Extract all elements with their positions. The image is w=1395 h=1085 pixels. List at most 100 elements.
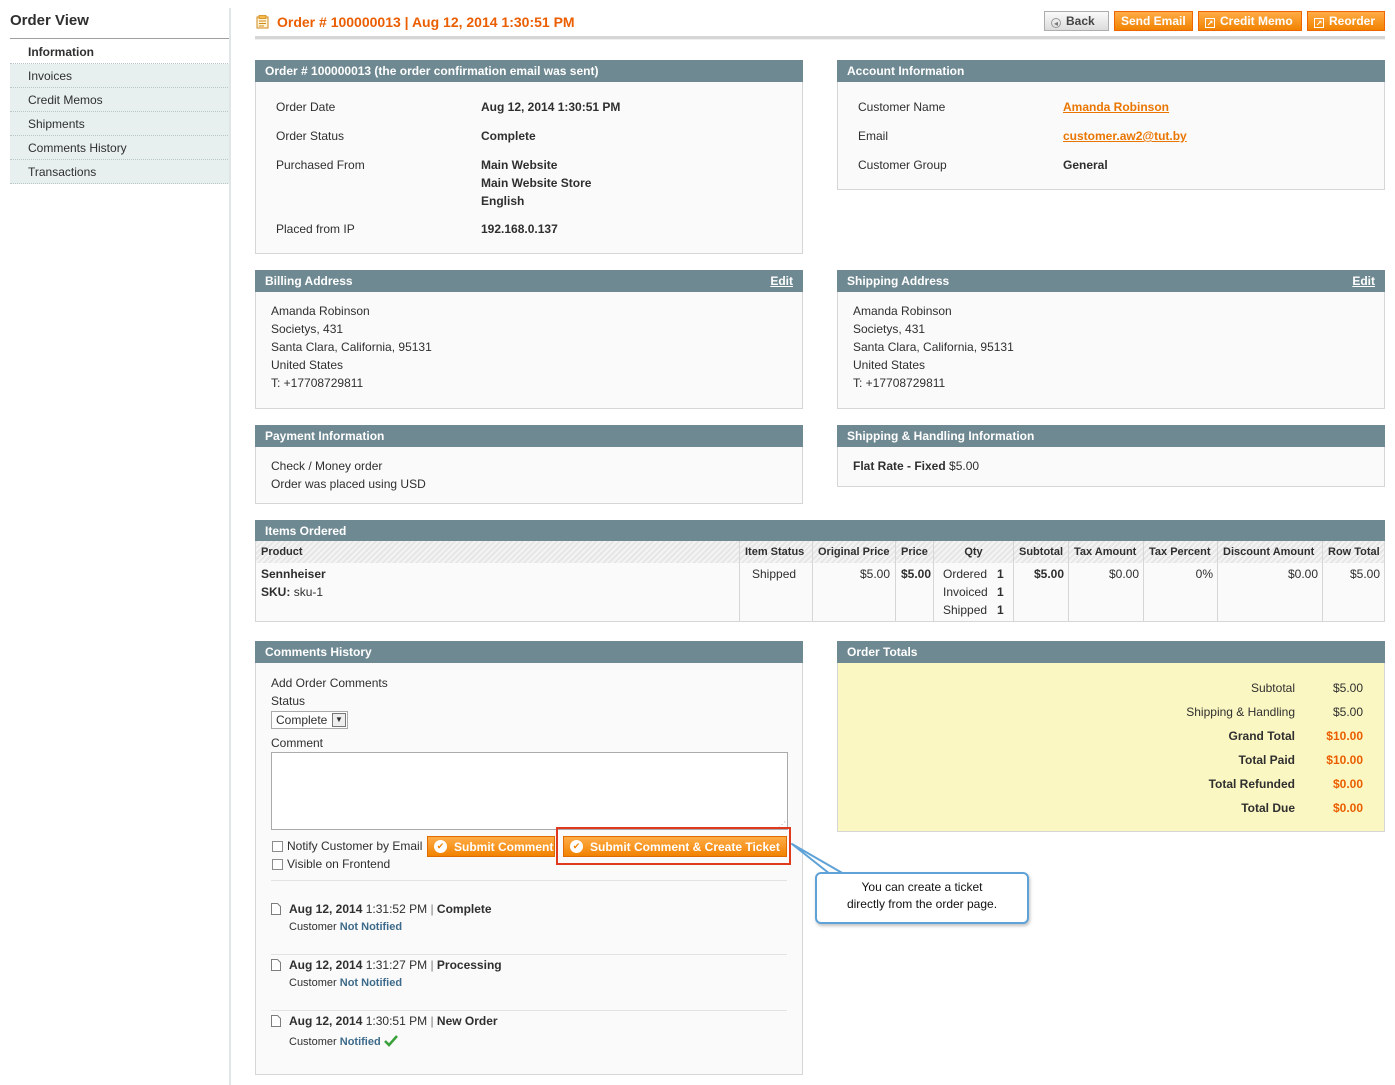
history-customer: Customer xyxy=(289,977,337,989)
grand-total-label: Grand Total xyxy=(1228,729,1295,743)
payment-method: Check / Money order xyxy=(271,459,383,473)
shipping-edit-link[interactable]: Edit xyxy=(1352,270,1375,292)
payment-heading: Payment Information xyxy=(265,429,385,443)
payment-lines: Check / Money order Order was placed usi… xyxy=(271,457,426,493)
history-notified-status: Not Notified xyxy=(339,977,403,989)
submit-comment-label: Submit Comment xyxy=(454,840,554,854)
checkmark-icon xyxy=(383,1035,398,1047)
customer-email-link[interactable]: customer.aw2@tut.by xyxy=(1063,127,1187,145)
note-icon xyxy=(271,959,281,971)
submit-comment-button[interactable]: ✔ Submit Comment xyxy=(427,836,555,857)
callout-line-2: directly from the order page. xyxy=(846,897,998,911)
notify-customer-checkbox[interactable] xyxy=(272,841,283,852)
shipping-handling-label: Shipping & Handling xyxy=(1186,705,1295,719)
comments-divider xyxy=(271,880,787,881)
send-email-label: Send Email xyxy=(1121,14,1186,28)
order-date-value: Aug 12, 2014 1:30:51 PM xyxy=(481,100,621,114)
sidebar-item-transactions[interactable]: Transactions xyxy=(10,160,230,184)
visible-frontend-checkbox[interactable] xyxy=(272,859,283,870)
reorder-icon: ↗ xyxy=(1314,18,1324,28)
sidebar-item-information[interactable]: Information xyxy=(10,40,230,64)
shipping-address-header: Shipping Address Edit xyxy=(837,270,1385,292)
qty-shipped-value: 1 xyxy=(997,603,1004,617)
order-status-value: Complete xyxy=(481,129,536,143)
total-paid-value: $10.00 xyxy=(1326,753,1363,767)
billing-street: Societys, 431 xyxy=(271,322,344,336)
col-divider xyxy=(1143,563,1144,621)
page-title: Order # 100000013 | Aug 12, 2014 1:30:51… xyxy=(277,14,575,30)
item-price: $5.00 xyxy=(900,567,931,581)
subtotal-value: $5.00 xyxy=(1332,681,1363,695)
send-email-button[interactable]: Send Email xyxy=(1114,11,1193,31)
col-item-status: Item Status xyxy=(740,541,813,563)
item-tax-percent: 0% xyxy=(1195,567,1213,581)
shipping-method-line: Flat Rate - Fixed $5.00 xyxy=(853,457,979,475)
check-icon: ✔ xyxy=(434,840,447,853)
sidebar-separator xyxy=(229,8,231,1085)
col-tax-percent: Tax Percent xyxy=(1144,541,1218,563)
billing-name: Amanda Robinson xyxy=(271,304,370,318)
sidebar-divider xyxy=(10,38,230,39)
grand-total-value: $10.00 xyxy=(1326,729,1363,743)
col-divider xyxy=(1217,563,1218,621)
shipping-method-name: Flat Rate - Fixed xyxy=(853,459,946,473)
items-heading: Items Ordered xyxy=(265,524,347,538)
sidebar-item-invoices[interactable]: Invoices xyxy=(10,64,230,88)
history-entry-datetime: Aug 12, 2014 1:31:52 PM | Complete xyxy=(289,902,492,916)
total-refunded-label: Total Refunded xyxy=(1208,777,1295,791)
shipping-method-price: $5.00 xyxy=(949,459,980,473)
customer-name-link[interactable]: Amanda Robinson xyxy=(1063,98,1169,116)
credit-memo-button[interactable]: ↗ Credit Memo xyxy=(1198,11,1302,31)
order-icon xyxy=(256,15,269,29)
shipping-name: Amanda Robinson xyxy=(853,304,952,318)
sidebar-item-shipments[interactable]: Shipments xyxy=(10,112,230,136)
submit-ticket-label: Submit Comment & Create Ticket xyxy=(590,840,780,854)
qty-ordered-value: 1 xyxy=(997,567,1004,581)
col-divider xyxy=(895,563,896,621)
order-info-panel: Order Date Aug 12, 2014 1:30:51 PM Order… xyxy=(255,82,803,254)
item-sku: SKU: sku-1 xyxy=(261,583,323,601)
sidebar-item-credit-memos[interactable]: Credit Memos xyxy=(10,88,230,112)
sidebar-item-comments-history[interactable]: Comments History xyxy=(10,136,230,160)
shipping-method-panel: Flat Rate - Fixed $5.00 xyxy=(837,447,1385,487)
status-select-value: Complete xyxy=(276,713,328,727)
customer-group-label: Customer Group xyxy=(858,158,947,172)
history-date: Aug 12, 2014 xyxy=(289,958,363,972)
col-divider xyxy=(933,563,934,621)
history-notify: Customer Notified xyxy=(289,1035,398,1048)
comments-history-header: Comments History xyxy=(255,641,803,663)
billing-country: United States xyxy=(271,358,344,372)
history-entry-datetime: Aug 12, 2014 1:30:51 PM | New Order xyxy=(289,1014,498,1028)
credit-memo-icon: ↗ xyxy=(1205,18,1215,28)
history-divider xyxy=(271,1010,787,1011)
col-divider xyxy=(812,563,813,621)
status-label: Status xyxy=(271,694,306,708)
history-customer: Customer xyxy=(289,1036,337,1048)
col-divider xyxy=(739,563,740,621)
title-divider xyxy=(255,36,1385,40)
chevron-down-icon[interactable]: ▼ xyxy=(332,713,346,727)
item-discount: $0.00 xyxy=(1287,567,1318,581)
item-row-total: $5.00 xyxy=(1349,567,1380,581)
comment-textarea[interactable]: ⋰ xyxy=(271,752,788,830)
callout-line-1: You can create a ticket xyxy=(861,880,983,894)
col-discount: Discount Amount xyxy=(1218,541,1323,563)
back-button[interactable]: ◂ Back xyxy=(1044,11,1109,31)
customer-name-label: Customer Name xyxy=(858,100,946,114)
shipping-handling-value: $5.00 xyxy=(1332,705,1363,719)
history-customer: Customer xyxy=(289,921,337,933)
billing-heading: Billing Address xyxy=(265,274,353,288)
submit-comment-create-ticket-button[interactable]: ✔ Submit Comment & Create Ticket xyxy=(563,836,787,857)
item-subtotal: $5.00 xyxy=(1033,567,1064,581)
billing-edit-link[interactable]: Edit xyxy=(770,270,793,292)
purchased-from-label: Purchased From xyxy=(276,158,365,172)
placed-ip-label: Placed from IP xyxy=(276,222,355,236)
col-subtotal: Subtotal xyxy=(1014,541,1069,563)
status-select[interactable]: Complete ▼ xyxy=(271,711,348,729)
order-info-header: Order # 100000013 (the order confirmatio… xyxy=(255,60,803,82)
totals-heading: Order Totals xyxy=(847,645,918,659)
col-qty: Qty xyxy=(934,541,1014,563)
billing-city: Santa Clara, California, 95131 xyxy=(271,340,432,354)
purchased-store: Main Website Store xyxy=(481,176,592,190)
reorder-button[interactable]: ↗ Reorder xyxy=(1307,11,1385,31)
